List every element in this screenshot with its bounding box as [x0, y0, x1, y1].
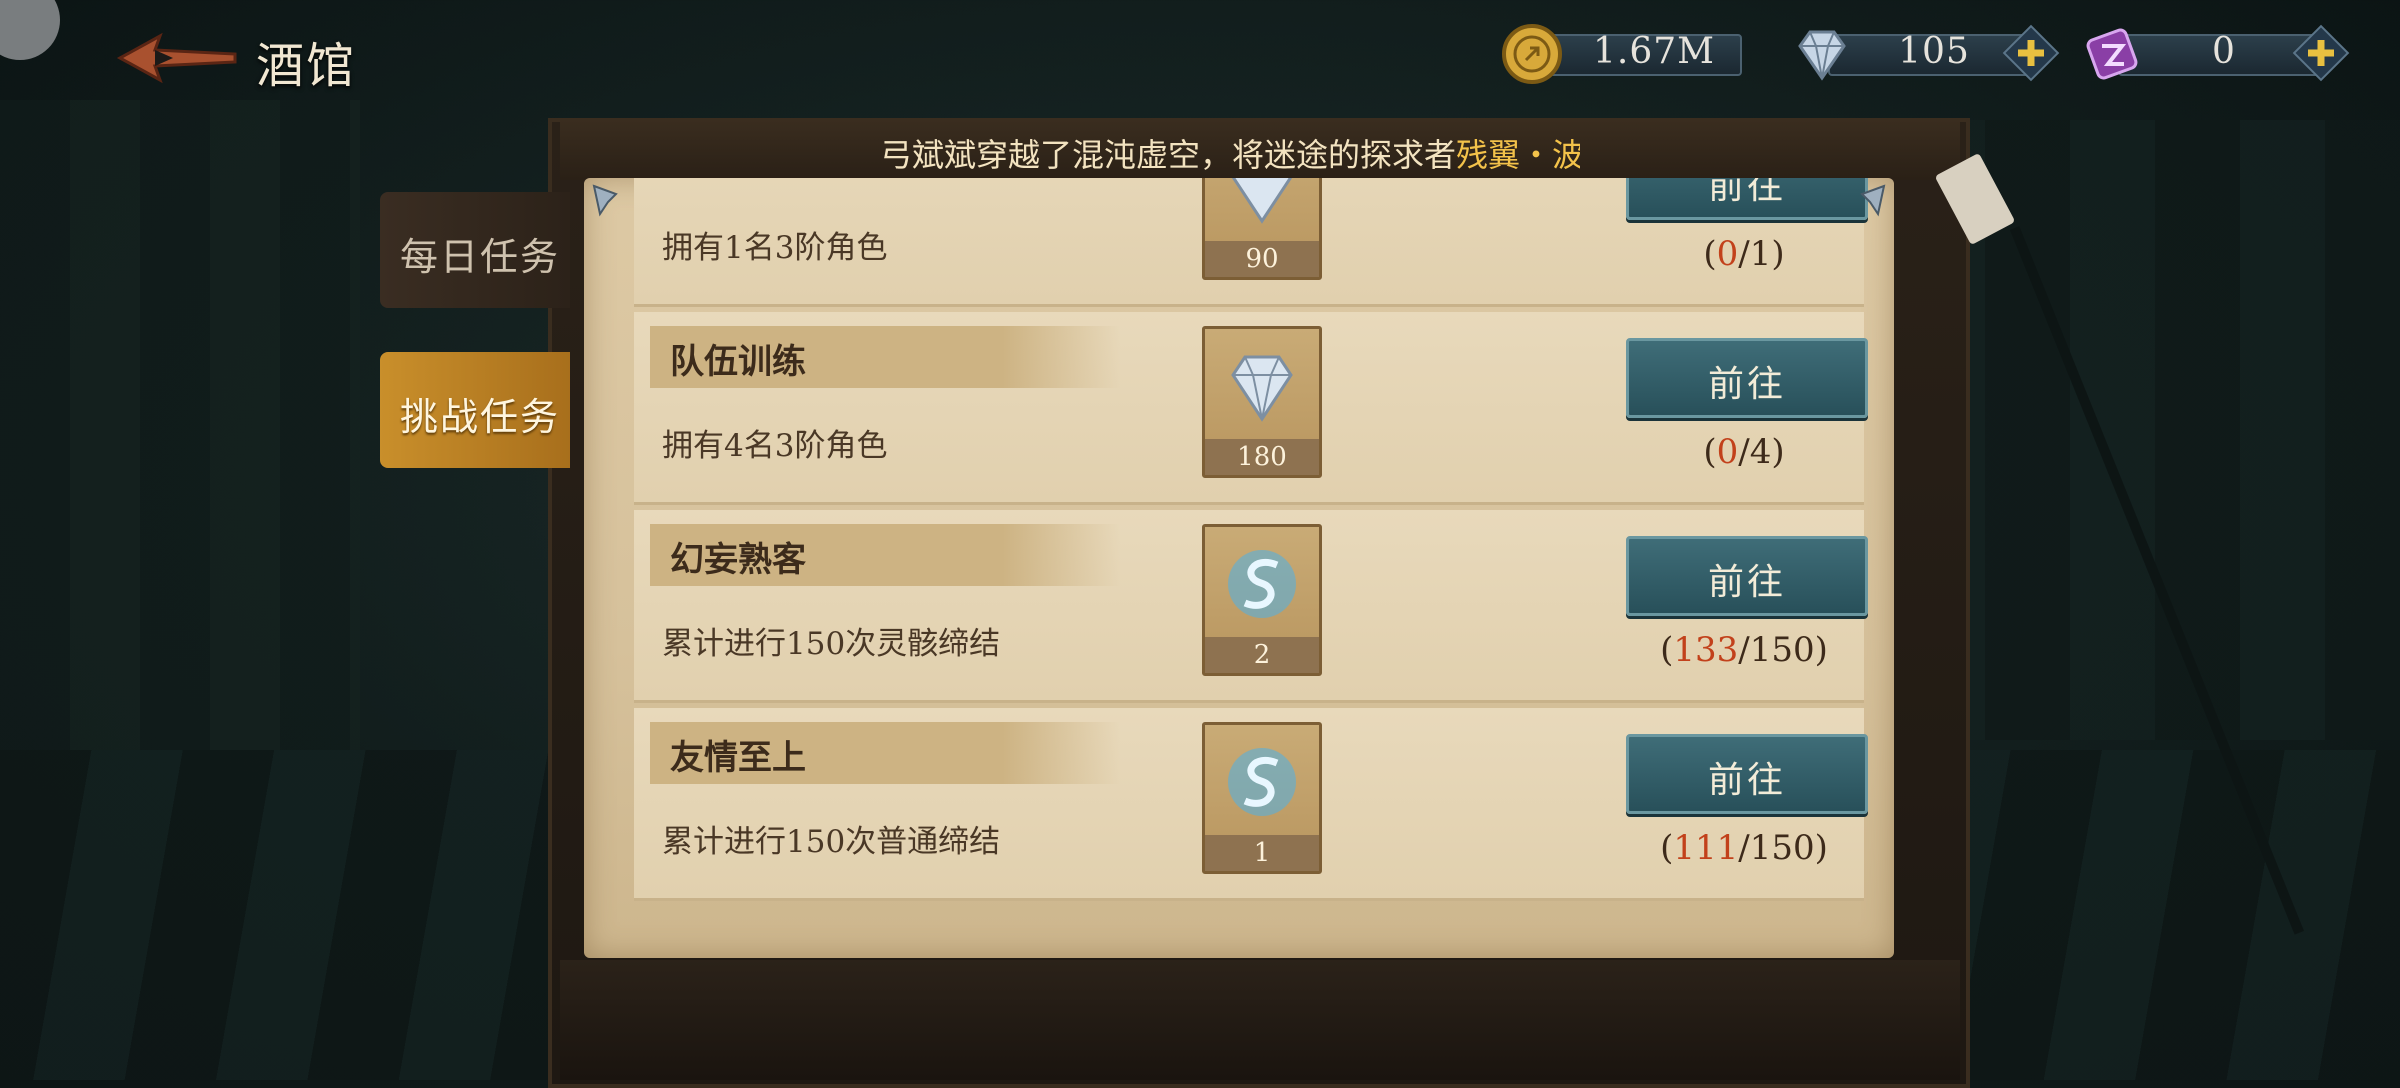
progress-total: 4 [1749, 432, 1772, 472]
progress-total: 150 [1749, 828, 1815, 868]
add-diamond-button[interactable] [2002, 24, 2060, 82]
board-shelf [560, 960, 1960, 1080]
progress-current: 0 [1716, 432, 1739, 472]
task-progress: (111/150) [1660, 828, 1828, 868]
progress-current: 133 [1673, 630, 1739, 670]
reward-slot: 2 [1202, 524, 1322, 676]
reward-count: 1 [1205, 835, 1319, 871]
task-description: 拥有4名3阶角色 [662, 428, 888, 464]
reward-count: 2 [1205, 637, 1319, 673]
task-item: 拥有1名3阶角色 90 前往 (0/1) [634, 178, 1868, 307]
task-list[interactable]: 拥有1名3阶角色 90 前往 (0/1) 队伍训练 拥有4名3阶角色 180 前… [584, 178, 1894, 958]
pin-icon [592, 184, 618, 217]
tab-challenge-label: 挑战任务 [400, 395, 561, 439]
ticker-message: 弓斌斌穿越了混沌虚空，将迷途的探求者残翼・波尔 [880, 130, 1580, 176]
reward-count: 180 [1205, 439, 1319, 475]
back-arrow-icon [116, 32, 237, 84]
gold-value: 1.67M [1592, 31, 1716, 72]
currency-gold: 1.67M [1500, 22, 1770, 84]
purple-crystal-icon [2086, 28, 2138, 80]
go-button-label: 前往 [1707, 760, 1786, 801]
ticker-player-name: 弓斌斌 [880, 136, 977, 174]
crystal-value: 0 [2212, 31, 2236, 72]
task-item: 幻妄熟客 累计进行150次灵骸缔结 2 前往 (133/150) [634, 510, 1868, 703]
back-button[interactable] [115, 28, 240, 88]
background-wall-left [0, 100, 360, 750]
task-description: 累计进行150次普通缔结 [662, 824, 1001, 860]
tab-daily-label: 每日任务 [400, 235, 561, 279]
gold-coin-icon [1502, 24, 1562, 84]
pin-icon [1860, 184, 1886, 217]
tab-challenge-tasks[interactable]: 挑战任务 [380, 352, 570, 468]
ticker-highlight-name: 残翼・波尔 [1456, 136, 1580, 174]
task-item: 友情至上 累计进行150次普通缔结 1 前往 (111/150) [634, 708, 1868, 901]
progress-total: 150 [1749, 630, 1815, 670]
spirit-orb-icon [1228, 550, 1296, 618]
go-button[interactable]: 前往 [1626, 536, 1868, 616]
go-button[interactable]: 前往 [1626, 338, 1868, 418]
task-item: 队伍训练 拥有4名3阶角色 180 前往 (0/4) [634, 312, 1868, 505]
go-button-label: 前往 [1707, 364, 1786, 405]
task-progress: (0/1) [1703, 234, 1785, 274]
task-progress: (133/150) [1660, 630, 1828, 670]
task-title: 队伍训练 [670, 342, 806, 382]
progress-current: 0 [1716, 234, 1739, 274]
corner-menu-icon[interactable] [0, 0, 60, 60]
progress-current: 111 [1673, 828, 1739, 868]
reward-slot: 1 [1202, 722, 1322, 874]
task-title: 幻妄熟客 [670, 540, 806, 580]
go-button[interactable]: 前往 [1626, 178, 1868, 220]
task-progress: (0/4) [1703, 432, 1785, 472]
reward-slot: 90 [1202, 178, 1322, 280]
diamond-icon [1798, 30, 1846, 81]
go-button-label: 前往 [1707, 178, 1786, 207]
task-description: 累计进行150次灵骸缔结 [662, 626, 1001, 662]
diamond-icon [1231, 178, 1293, 224]
go-button[interactable]: 前往 [1626, 734, 1868, 814]
page-title: 酒馆 [256, 38, 357, 94]
task-title: 友情至上 [670, 738, 806, 778]
go-button-label: 前往 [1707, 562, 1786, 603]
currency-crystal: 0 [2080, 22, 2350, 84]
reward-slot: 180 [1202, 326, 1322, 478]
progress-total: 1 [1749, 234, 1772, 274]
ticker-body-text: 穿越了混沌虚空，将迷途的探求者 [976, 136, 1457, 174]
diamond-icon [1231, 355, 1293, 422]
task-description: 拥有1名3阶角色 [662, 230, 888, 266]
spirit-orb-icon [1228, 748, 1296, 816]
reward-count: 90 [1205, 241, 1319, 277]
add-crystal-button[interactable] [2292, 24, 2350, 82]
currency-diamond: 105 [1790, 22, 2060, 84]
diamond-value: 105 [1898, 31, 1970, 72]
tab-daily-tasks[interactable]: 每日任务 [380, 192, 570, 308]
